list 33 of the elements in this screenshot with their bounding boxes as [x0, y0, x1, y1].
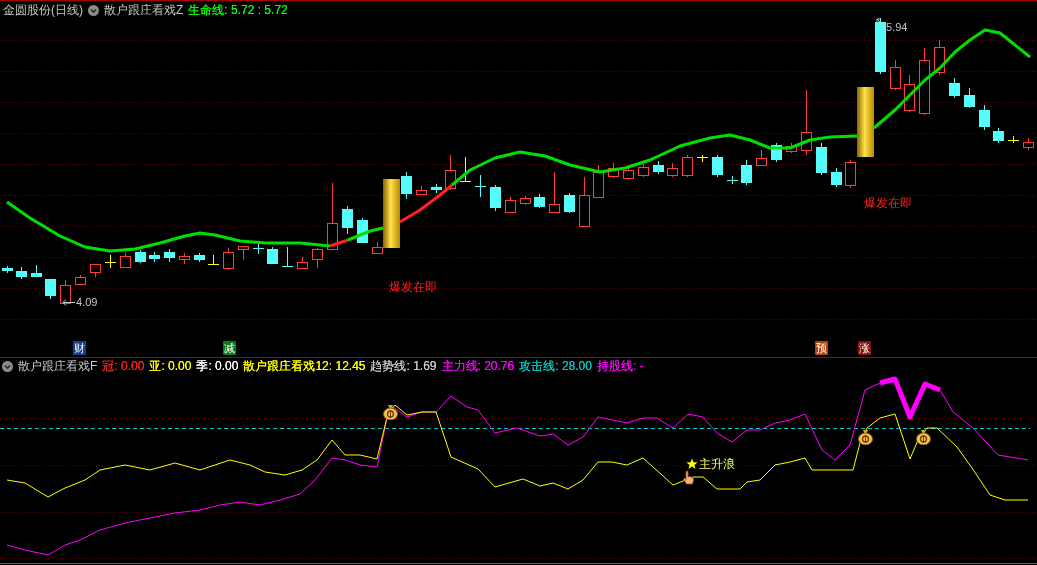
signal-label: 爆发在即	[864, 196, 912, 210]
indicator-value: 持股线: -	[596, 359, 644, 374]
money-bag-icon	[858, 429, 873, 445]
indicator-value: 亚: 0.00	[149, 359, 192, 374]
signal-marker: 涨	[858, 341, 871, 355]
dropdown-icon[interactable]	[2, 361, 13, 372]
signal-marker: 减	[223, 341, 236, 355]
breakout-bar	[383, 179, 400, 248]
pointer-arrow-icon	[876, 18, 885, 27]
callout-label: 主升浪	[699, 457, 735, 471]
indicator-value: 趋势线: 1.69	[370, 359, 437, 374]
indicator-value: 散户跟庄看戏12: 12.45	[243, 359, 366, 374]
star-icon	[686, 458, 698, 470]
price-label: 5.94	[886, 21, 908, 34]
indicator-value: 冠: 0.00	[102, 359, 145, 374]
pointer-arrow-icon	[62, 299, 75, 306]
indicator-value: 季: 0.00	[196, 359, 239, 374]
dropdown-icon[interactable]	[88, 5, 99, 16]
money-bag-icon	[916, 429, 931, 445]
indicator-name: 散户跟庄看戏Z	[104, 3, 184, 18]
price-label: 4.09	[76, 296, 98, 309]
indicator-name: 散户跟庄看戏F	[18, 359, 98, 374]
holding-line	[879, 376, 941, 420]
indicator-value: 主力线: 20.76	[441, 359, 515, 374]
signal-marker: 预	[815, 341, 828, 355]
breakout-bar	[857, 87, 874, 157]
signal-label: 爆发在即	[389, 280, 437, 294]
indicator-value: 攻击线: 28.00	[519, 359, 592, 374]
money-bag-icon	[383, 404, 398, 420]
hand-cursor-icon	[683, 470, 694, 485]
indicator-value: 生命线: 5.72 : 5.72	[188, 3, 288, 18]
stock-title: 金圆股份(日线)	[3, 3, 83, 18]
signal-marker: 财	[73, 341, 86, 355]
